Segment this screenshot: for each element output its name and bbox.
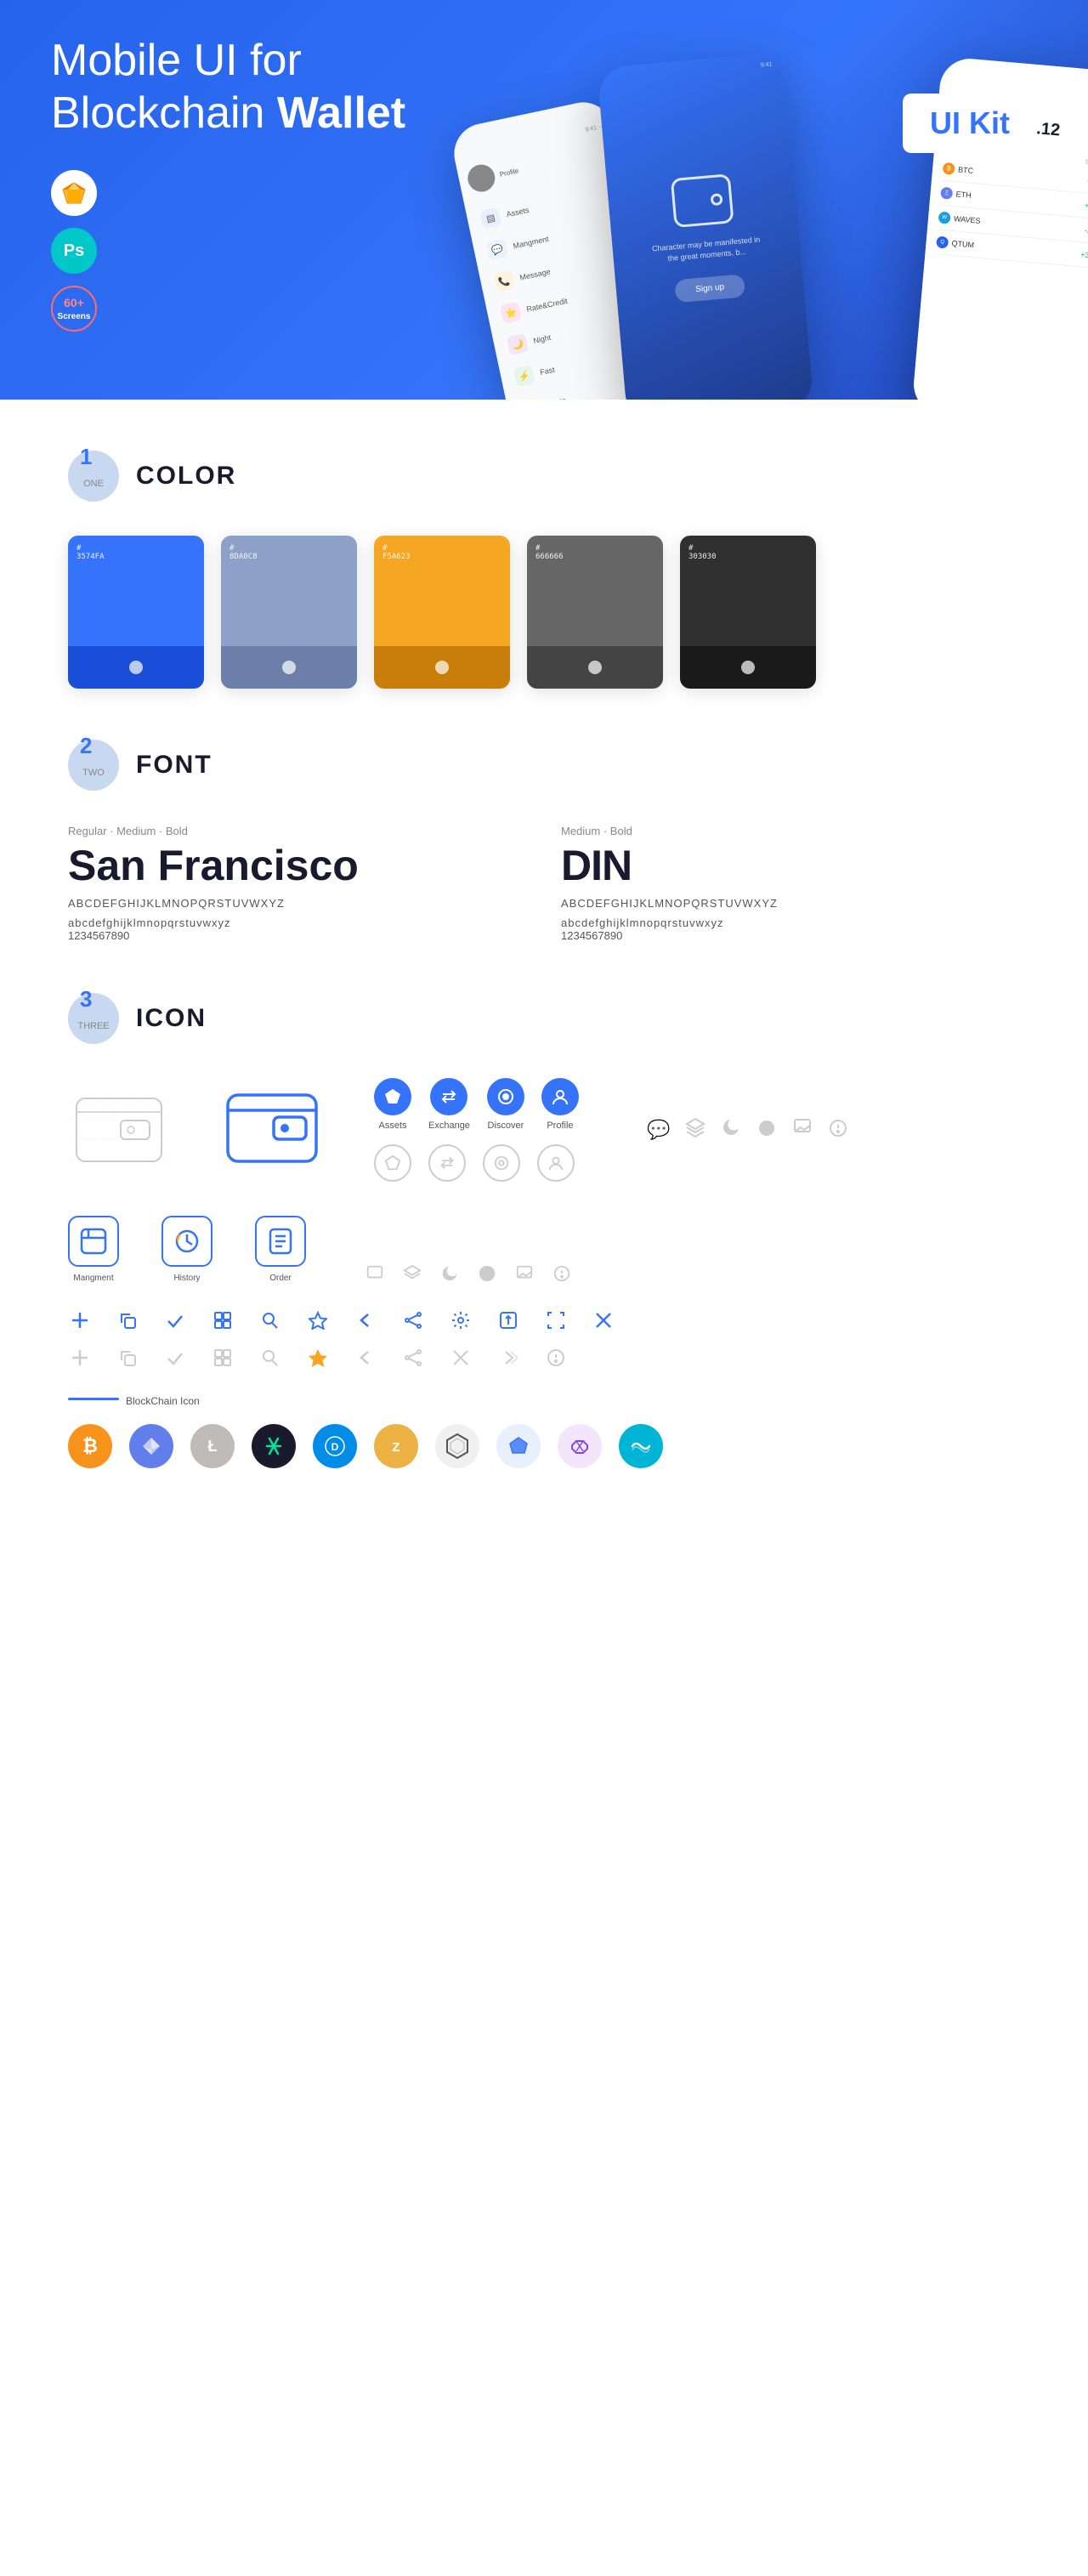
share-icon-gray [401, 1346, 425, 1370]
svg-text:Z: Z [392, 1440, 400, 1455]
hero-title: Mobile UI for Blockchain Wallet [51, 34, 476, 140]
misc-icons-group: 💬 [647, 1117, 848, 1143]
close-icon [592, 1308, 615, 1332]
upload-icon [496, 1308, 520, 1332]
moon-icon [721, 1117, 741, 1143]
comment-icon: 💬 [647, 1119, 670, 1141]
copy-icon-gray [116, 1346, 139, 1370]
hero-badges: Ps 60+Screens [51, 170, 97, 332]
coin-zcash: Z [374, 1424, 418, 1468]
coins-row: ₿ Ł D [68, 1424, 1020, 1468]
font-grid: Regular · Medium · Bold San Francisco AB… [68, 825, 1020, 942]
star-icon-gray [306, 1346, 330, 1370]
nav-icon-exchange-outline [428, 1144, 466, 1182]
color-section-header: 1 ONE COLOR [68, 451, 1020, 502]
icon-section-number: 3 THREE [68, 993, 119, 1044]
blockchain-label-row: BlockChain Icon [68, 1395, 1020, 1407]
color-section-number: 1 ONE [68, 451, 119, 502]
blockchain-label: BlockChain Icon [126, 1395, 200, 1407]
grid-icon-gray [211, 1346, 235, 1370]
search-icon-gray [258, 1346, 282, 1370]
x-icon-gray [449, 1346, 473, 1370]
nav-icons-bottom [374, 1144, 579, 1182]
font-section: 2 TWO FONT Regular · Medium · Bold San F… [68, 740, 1020, 942]
nav-icons-group: Assets Exchange [374, 1078, 579, 1182]
app-icons-row: Mangment History [68, 1216, 1020, 1283]
nav-icon-discover: Discover [487, 1078, 524, 1131]
color-card-slate: #8DA0C8 [221, 536, 357, 689]
coin-btc: ₿ [68, 1424, 112, 1468]
sketch-badge [51, 170, 97, 216]
circle-icon [756, 1118, 777, 1143]
search-icon [258, 1308, 282, 1332]
share-icon [401, 1308, 425, 1332]
icon-section: 3 THREE ICON [68, 993, 1020, 1468]
coin-neo [252, 1424, 296, 1468]
color-swatches: #3574FA #8DA0C8 #F5A623 #666666 #303030 [68, 536, 1020, 689]
nav-icons-top: Assets Exchange [374, 1078, 579, 1131]
color-card-gray: #666666 [527, 536, 663, 689]
settings-icon [449, 1308, 473, 1332]
star-icon [306, 1308, 330, 1332]
phone-center: 9:41 Character may be manifested in the … [597, 52, 814, 400]
info-icon [828, 1118, 848, 1143]
color-card-orange: #F5A623 [374, 536, 510, 689]
ui-kit-badge: UI Kit [903, 94, 1037, 153]
svg-text:D: D [332, 1441, 339, 1453]
icon-section-header: 3 THREE ICON [68, 993, 1020, 1044]
font-section-header: 2 TWO FONT [68, 740, 1020, 791]
ps-badge: Ps [51, 228, 97, 274]
font-sf: Regular · Medium · Bold San Francisco AB… [68, 825, 527, 942]
font-section-title: FONT [136, 751, 212, 780]
coin-ltc: Ł [190, 1424, 235, 1468]
color-card-dark: #303030 [680, 536, 816, 689]
nav-icon-profile: Profile [541, 1078, 579, 1131]
message-icon [792, 1117, 813, 1143]
small-icons-blue [68, 1308, 1020, 1332]
coin-polygon [558, 1424, 602, 1468]
nav-icon-profile-outline [537, 1144, 575, 1182]
screens-badge: 60+Screens [51, 286, 97, 332]
misc-small-icons [366, 1264, 571, 1283]
resize-icon [544, 1308, 568, 1332]
management-icon: Mangment [68, 1216, 119, 1283]
font-din: Medium · Bold DIN ABCDEFGHIJKLMNOPQRSTUV… [561, 825, 1020, 942]
info-icon-gray [544, 1346, 568, 1370]
plus-icon [68, 1308, 92, 1332]
order-icon: Order [255, 1216, 306, 1283]
coin-sky [619, 1424, 663, 1468]
wallet-wireframe-icon [68, 1083, 170, 1177]
back-icon-gray [354, 1346, 377, 1370]
small-icons-gray [68, 1346, 1020, 1370]
coin-ark [496, 1424, 541, 1468]
hero-section: Mobile UI for Blockchain Wallet UI Kit P… [0, 0, 1088, 400]
nav-icon-assets: Assets [374, 1078, 411, 1131]
icon-wallet-row: Assets Exchange [68, 1078, 1020, 1182]
color-card-blue: #3574FA [68, 536, 204, 689]
nav-icon-discover-outline [483, 1144, 520, 1182]
check-icon-gray [163, 1346, 187, 1370]
back-icon [354, 1308, 377, 1332]
history-icon: History [162, 1216, 212, 1283]
nav-icon-assets-outline [374, 1144, 411, 1182]
coin-iota [435, 1424, 479, 1468]
grid-icon [211, 1308, 235, 1332]
copy-icon [116, 1308, 139, 1332]
forward-icon-gray [496, 1346, 520, 1370]
nav-icon-exchange: Exchange [428, 1078, 470, 1131]
plus-icon-gray [68, 1346, 92, 1370]
font-section-number: 2 TWO [68, 740, 119, 791]
icon-section-title: ICON [136, 1004, 207, 1033]
blockchain-divider [68, 1398, 119, 1400]
check-icon [163, 1308, 187, 1332]
color-section: 1 ONE COLOR #3574FA #8DA0C8 #F5A623 #666… [68, 451, 1020, 689]
layers-icon [685, 1117, 706, 1143]
main-content: 1 ONE COLOR #3574FA #8DA0C8 #F5A623 #666… [0, 400, 1088, 1570]
color-section-title: COLOR [136, 462, 236, 491]
wallet-filled-icon [221, 1081, 323, 1179]
coin-eth [129, 1424, 173, 1468]
coin-dash: D [313, 1424, 357, 1468]
